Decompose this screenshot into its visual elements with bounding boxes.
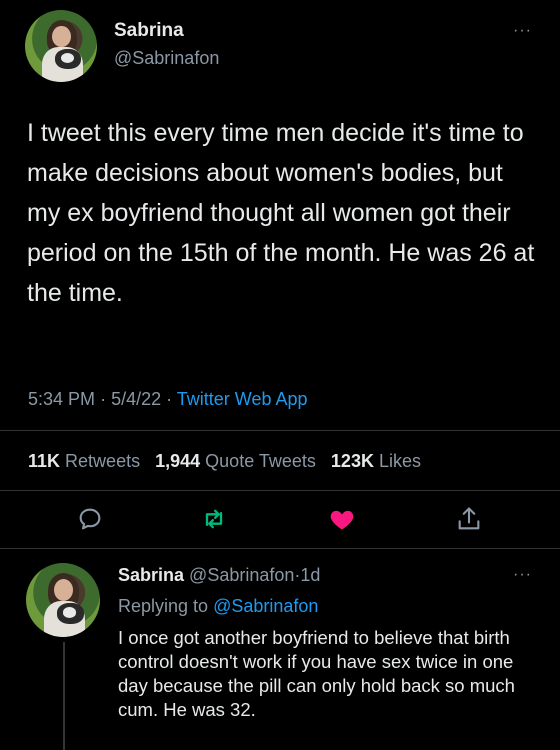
reply-author-avatar[interactable] bbox=[26, 563, 100, 637]
replying-to-link[interactable]: @Sabrinafon bbox=[213, 596, 318, 616]
replying-to: Replying to @Sabrinafon bbox=[118, 596, 319, 616]
divider bbox=[0, 430, 560, 431]
author-handle[interactable]: @Sabrinafon bbox=[114, 48, 219, 69]
tweet-meta: 5:34 PM · 5/4/22 · Twitter Web App bbox=[28, 389, 308, 409]
share-icon[interactable] bbox=[455, 505, 483, 533]
more-dots-icon[interactable]: ··· bbox=[513, 566, 532, 584]
tweet-source[interactable]: Twitter Web App bbox=[177, 389, 308, 409]
thread-line bbox=[63, 642, 65, 750]
author-avatar[interactable] bbox=[25, 10, 97, 82]
tweet-date[interactable]: 5/4/22 bbox=[111, 389, 161, 409]
more-dots-icon[interactable]: ··· bbox=[513, 22, 532, 40]
divider bbox=[0, 548, 560, 549]
quotes-stat[interactable]: 1,944 Quote Tweets bbox=[155, 451, 316, 471]
likes-stat[interactable]: 123K Likes bbox=[331, 451, 421, 471]
reply-author-handle[interactable]: @Sabrinafon bbox=[189, 565, 294, 585]
tweet-time[interactable]: 5:34 PM bbox=[28, 389, 95, 409]
reply-age[interactable]: 1d bbox=[300, 565, 320, 585]
retweets-stat[interactable]: 11K Retweets bbox=[28, 451, 140, 471]
reply-header: Sabrina @Sabrinafon·1d bbox=[118, 565, 321, 585]
divider bbox=[0, 490, 560, 491]
heart-icon[interactable] bbox=[328, 505, 356, 533]
tweet-text: I tweet this every time men decide it's … bbox=[27, 119, 535, 307]
reply-author-name[interactable]: Sabrina bbox=[118, 565, 184, 585]
reply-text: I once got another boyfriend to believe … bbox=[118, 627, 515, 720]
author-name[interactable]: Sabrina bbox=[114, 20, 184, 42]
tweet-stats: 11K Retweets 1,944 Quote Tweets 123K Lik… bbox=[28, 451, 421, 472]
reply-icon[interactable] bbox=[76, 505, 104, 533]
retweet-icon[interactable] bbox=[200, 505, 228, 533]
